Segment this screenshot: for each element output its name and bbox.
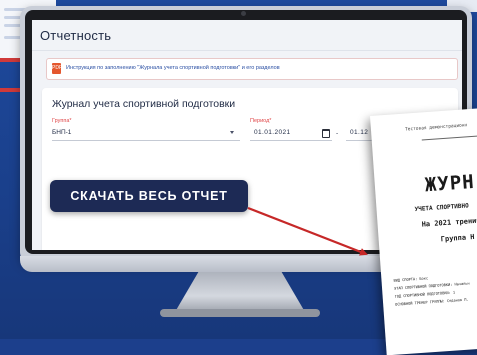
instruction-link-text[interactable]: Инструкция по заполнению "Журнала учета … [66, 65, 280, 71]
date-to-value: 01.12 [350, 129, 369, 136]
chevron-down-icon[interactable] [230, 131, 234, 134]
instruction-link[interactable]: PDF Инструкция по заполнению "Журнала уч… [46, 58, 458, 80]
date-from-value: 01.01.2021 [254, 129, 291, 136]
group-select-value: БНП-1 [52, 129, 72, 136]
pdf-icon: PDF [52, 63, 62, 74]
doc-meta-line: ОСНОВНОЙ ТРЕНЕР ГРУППЫ: Седанов П. [395, 297, 469, 307]
date-range-separator: - [336, 130, 339, 137]
doc-subtitle: Группа Н [440, 233, 475, 244]
group-select[interactable]: БНП-1 [52, 126, 240, 141]
download-full-report-button[interactable]: СКАЧАТЬ ВЕСЬ ОТЧЕТ [50, 180, 248, 212]
camera-icon [241, 11, 246, 16]
report-document-preview: Тестовая демонстрационн ЖУРН УЧЕТА СПОРТ… [370, 106, 477, 355]
doc-subtitle: На 2021 тренир [421, 216, 477, 229]
date-from-field[interactable]: 01.01.2021 [250, 126, 332, 141]
doc-title: ЖУРН [424, 170, 476, 197]
card-title: Журнал учета спортивной подготовки [52, 98, 236, 110]
doc-subtitle: УЧЕТА СПОРТИВНО [414, 202, 469, 214]
doc-watermark: Тестовая демонстрационн [404, 123, 468, 133]
monitor-stand-foot [160, 309, 320, 317]
doc-meta-line: ЭТАП СПОРТИВНОЙ ПОДГОТОВКИ: Начальн [393, 281, 470, 291]
group-label: Группа* [52, 118, 72, 124]
calendar-icon[interactable] [322, 129, 330, 138]
title-divider [32, 50, 462, 51]
doc-meta-line: ВИД СПОРТА: Бокс [393, 276, 429, 283]
period-label: Период* [250, 118, 272, 124]
doc-underline [421, 133, 477, 141]
doc-meta-line: ГОД СПОРТИВНОЙ ПОДГОТОВКИ: 1 [394, 290, 456, 299]
page-title: Отчетность [40, 28, 112, 43]
